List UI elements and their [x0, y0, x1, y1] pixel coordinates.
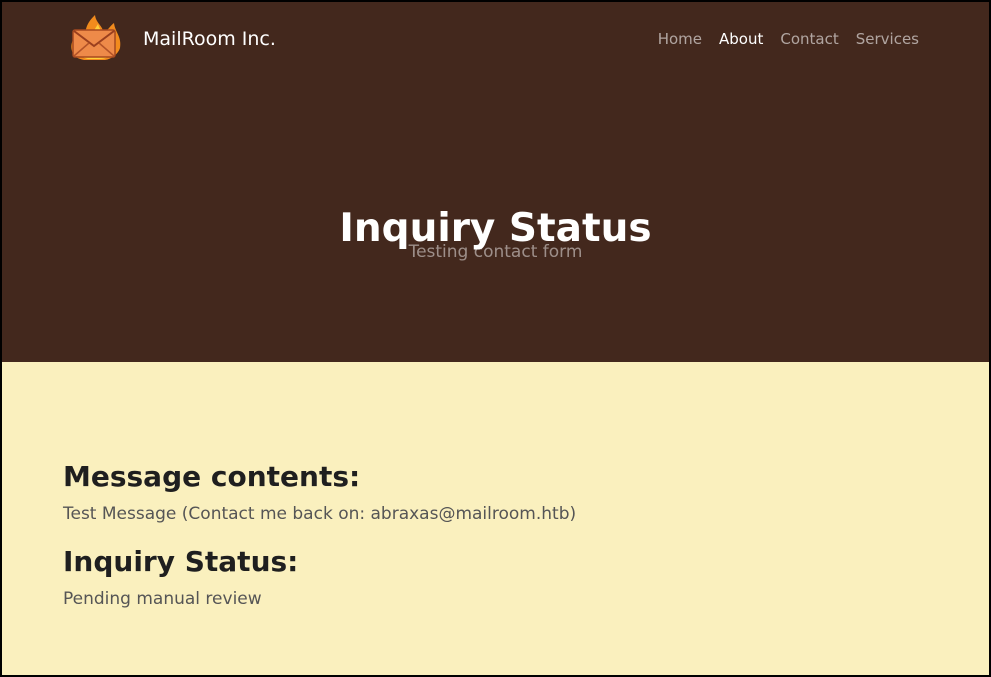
- flaming-envelope-icon[interactable]: [66, 12, 124, 62]
- nav-home-link[interactable]: Home: [658, 29, 702, 49]
- message-contents-heading: Message contents:: [63, 460, 361, 493]
- nav-about-link[interactable]: About: [719, 29, 763, 49]
- nav-services-link[interactable]: Services: [856, 29, 919, 49]
- flaming-envelope-icon-svg: [71, 15, 121, 60]
- nav-contact-link[interactable]: Contact: [780, 29, 838, 49]
- page-subtitle: Testing contact form: [408, 242, 583, 262]
- nav-menu: Home About Contact Services: [658, 29, 919, 49]
- inquiry-content: Message contents: Test Message (Contact …: [63, 458, 923, 611]
- inquiry-status-text: Pending manual review: [63, 589, 262, 609]
- top-navigation: MailRoom Inc. Home About Contact Service…: [2, 2, 989, 78]
- brand-link[interactable]: MailRoom Inc.: [143, 27, 276, 51]
- inquiry-status-heading: Inquiry Status:: [63, 545, 299, 578]
- hero-header: MailRoom Inc. Home About Contact Service…: [2, 2, 989, 362]
- browser-page: MailRoom Inc. Home About Contact Service…: [0, 0, 991, 677]
- message-contents-text: Test Message (Contact me back on: abraxa…: [63, 504, 577, 524]
